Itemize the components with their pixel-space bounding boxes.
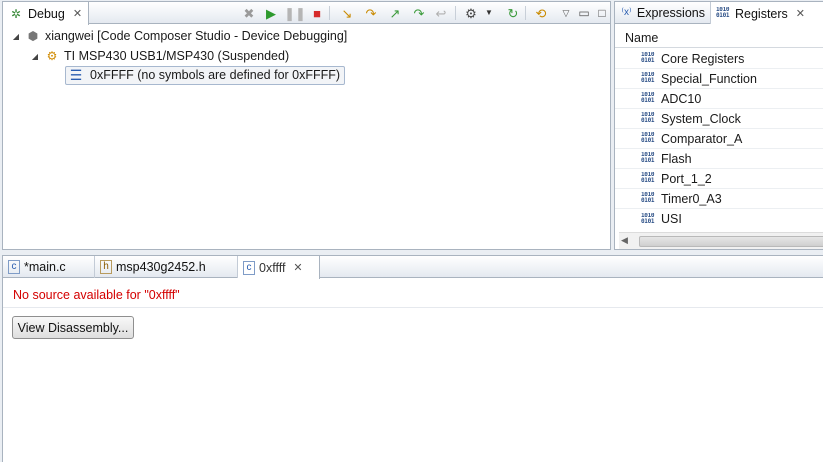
- toolbar-separator: [329, 6, 330, 20]
- register-group-label: System_Clock: [661, 111, 741, 126]
- tab-0xffff[interactable]: c 0xffff ✕: [238, 256, 320, 279]
- debug-view-tabbar: ✲ Debug ✕ ✖ ▶ ❚❚ ■ ↘ ↷ ↗ ↷ ↩ ⚙ ▼ ↻ ⟲ ▽ ▭…: [3, 2, 610, 25]
- close-icon[interactable]: ✕: [796, 7, 805, 20]
- column-header-name[interactable]: Name: [615, 28, 823, 48]
- reset-cpu-icon[interactable]: ⚙: [463, 5, 479, 21]
- toolbar-separator: [455, 6, 456, 20]
- register-group-label: Special_Function: [661, 71, 757, 86]
- register-group-label: Flash: [661, 151, 692, 166]
- register-group-row[interactable]: 1010 0101 Timer0_A3: [615, 189, 823, 209]
- register-group-label: ADC10: [661, 91, 702, 106]
- register-group-icon: 1010 0101: [641, 112, 655, 124]
- editor-tabbar: c *main.c h msp430g2452.h c 0xffff ✕: [3, 256, 823, 279]
- assembly-step-icon[interactable]: ↷: [411, 5, 427, 21]
- register-group-row[interactable]: 1010 0101 Special_Function: [615, 69, 823, 89]
- tree-item-stack-frame[interactable]: ☰ 0xFFFF (no symbols are defined for 0xF…: [65, 65, 346, 85]
- tab-expressions[interactable]: ⁽x⁾ Expressions: [615, 2, 711, 24]
- header-file-icon: h: [100, 260, 112, 274]
- registers-icon: 1010 0101: [716, 7, 730, 19]
- scroll-left-icon[interactable]: ◀: [621, 235, 628, 246]
- debug-bug-icon: ✲: [10, 6, 22, 21]
- register-group-icon: 1010 0101: [641, 132, 655, 144]
- register-group-label: Core Registers: [661, 51, 745, 66]
- horizontal-scrollbar[interactable]: ◀: [619, 232, 823, 249]
- register-group-label: USI: [661, 212, 682, 226]
- register-group-row[interactable]: 1010 0101 Comparator_A: [615, 129, 823, 149]
- register-group-label: Comparator_A: [661, 131, 743, 146]
- register-group-row[interactable]: 1010 0101 Port_1_2: [615, 169, 823, 189]
- register-group-icon: 1010 0101: [641, 172, 655, 184]
- step-over-icon[interactable]: ↷: [363, 5, 379, 21]
- register-group-label: Port_1_2: [661, 171, 712, 186]
- register-group-icon: 1010 0101: [641, 192, 655, 204]
- stack-frame-selection[interactable]: ☰ 0xFFFF (no symbols are defined for 0xF…: [65, 65, 346, 85]
- register-group-icon: 1010 0101: [641, 52, 655, 64]
- c-file-icon: c: [243, 260, 255, 275]
- view-menu-icon[interactable]: ▽: [558, 5, 574, 21]
- no-source-message: No source available for "0xffff": [13, 288, 180, 302]
- register-group-icon: 1010 0101: [641, 212, 655, 225]
- tab-registers-label: Registers: [735, 6, 788, 21]
- thread-suspended-icon: ⚙: [46, 49, 58, 63]
- scrollbar-thumb[interactable]: [639, 236, 823, 247]
- register-group-row[interactable]: 1010 0101 Core Registers: [615, 49, 823, 69]
- tab-main-c-label: *main.c: [24, 260, 66, 274]
- suspend-icon[interactable]: ❚❚: [284, 5, 306, 21]
- register-group-label: Timer0_A3: [661, 191, 722, 206]
- tab-msp430g2452-h[interactable]: h msp430g2452.h: [95, 256, 238, 278]
- stack-frame-icon: ☰: [69, 67, 83, 83]
- debug-view: ✲ Debug ✕ ✖ ▶ ❚❚ ■ ↘ ↷ ↗ ↷ ↩ ⚙ ▼ ↻ ⟲ ▽ ▭…: [2, 1, 611, 250]
- column-header-label: Name: [625, 30, 659, 45]
- toolbar-separator: [525, 6, 526, 20]
- drop-to-frame-icon[interactable]: ↩: [433, 5, 449, 21]
- tab-debug-label: Debug: [28, 6, 65, 21]
- expressions-icon: ⁽x⁾: [621, 7, 632, 18]
- registers-view: ⁽x⁾ Expressions 1010 0101 Registers ✕ Nam…: [614, 1, 823, 250]
- refresh-icon[interactable]: ⟲: [533, 5, 549, 21]
- register-group-row[interactable]: 1010 0101 ADC10: [615, 89, 823, 109]
- tab-0xffff-label: 0xffff: [259, 260, 286, 275]
- step-into-icon[interactable]: ↘: [339, 5, 355, 21]
- maximize-icon[interactable]: □: [594, 5, 610, 21]
- view-disassembly-button[interactable]: View Disassembly...: [12, 316, 134, 339]
- tab-expressions-label: Expressions: [636, 6, 705, 20]
- register-group-row[interactable]: 1010 0101 Flash: [615, 149, 823, 169]
- launch-config-icon: ⬢: [27, 29, 39, 43]
- tree-item-launch-label: xiangwei [Code Composer Studio - Device …: [45, 29, 348, 43]
- expand-twisty-icon[interactable]: ◢: [11, 32, 21, 41]
- restart-icon[interactable]: ↻: [505, 5, 521, 21]
- tree-item-launch[interactable]: ◢ ⬢ xiangwei [Code Composer Studio - Dev…: [11, 27, 347, 45]
- tree-item-target[interactable]: ◢ ⚙ TI MSP430 USB1/MSP430 (Suspended): [30, 47, 289, 65]
- resume-icon[interactable]: ▶: [263, 5, 279, 21]
- tree-item-target-label: TI MSP430 USB1/MSP430 (Suspended): [64, 49, 290, 63]
- close-icon[interactable]: ✕: [73, 7, 82, 20]
- chevron-down-icon[interactable]: ▼: [481, 5, 497, 21]
- tree-item-stack-frame-label: 0xFFFF (no symbols are defined for 0xFFF…: [90, 68, 341, 82]
- register-group-icon: 1010 0101: [641, 72, 655, 84]
- step-return-icon[interactable]: ↗: [387, 5, 403, 21]
- editor-area: c *main.c h msp430g2452.h c 0xffff ✕ No …: [2, 255, 823, 462]
- tab-msp430g2452-h-label: msp430g2452.h: [116, 260, 206, 274]
- tab-main-c[interactable]: c *main.c: [3, 256, 95, 278]
- terminate-icon[interactable]: ■: [309, 5, 325, 21]
- register-group-icon: 1010 0101: [641, 152, 655, 164]
- expand-twisty-icon[interactable]: ◢: [30, 52, 40, 61]
- minimize-icon[interactable]: ▭: [576, 5, 592, 21]
- register-group-row[interactable]: 1010 0101 System_Clock: [615, 109, 823, 129]
- divider: [3, 307, 823, 308]
- c-file-icon: c: [8, 260, 20, 274]
- register-group-icon: 1010 0101: [641, 92, 655, 104]
- tab-registers[interactable]: 1010 0101 Registers ✕: [711, 2, 823, 25]
- ide-window: ✲ Debug ✕ ✖ ▶ ❚❚ ■ ↘ ↷ ↗ ↷ ↩ ⚙ ▼ ↻ ⟲ ▽ ▭…: [0, 0, 823, 462]
- remove-all-terminated-icon[interactable]: ✖: [241, 5, 257, 21]
- side-views-tabbar: ⁽x⁾ Expressions 1010 0101 Registers ✕: [615, 2, 823, 25]
- register-group-row[interactable]: 1010 0101 USI: [615, 209, 823, 229]
- tab-debug[interactable]: ✲ Debug ✕: [3, 2, 89, 25]
- close-icon[interactable]: ✕: [293, 261, 302, 274]
